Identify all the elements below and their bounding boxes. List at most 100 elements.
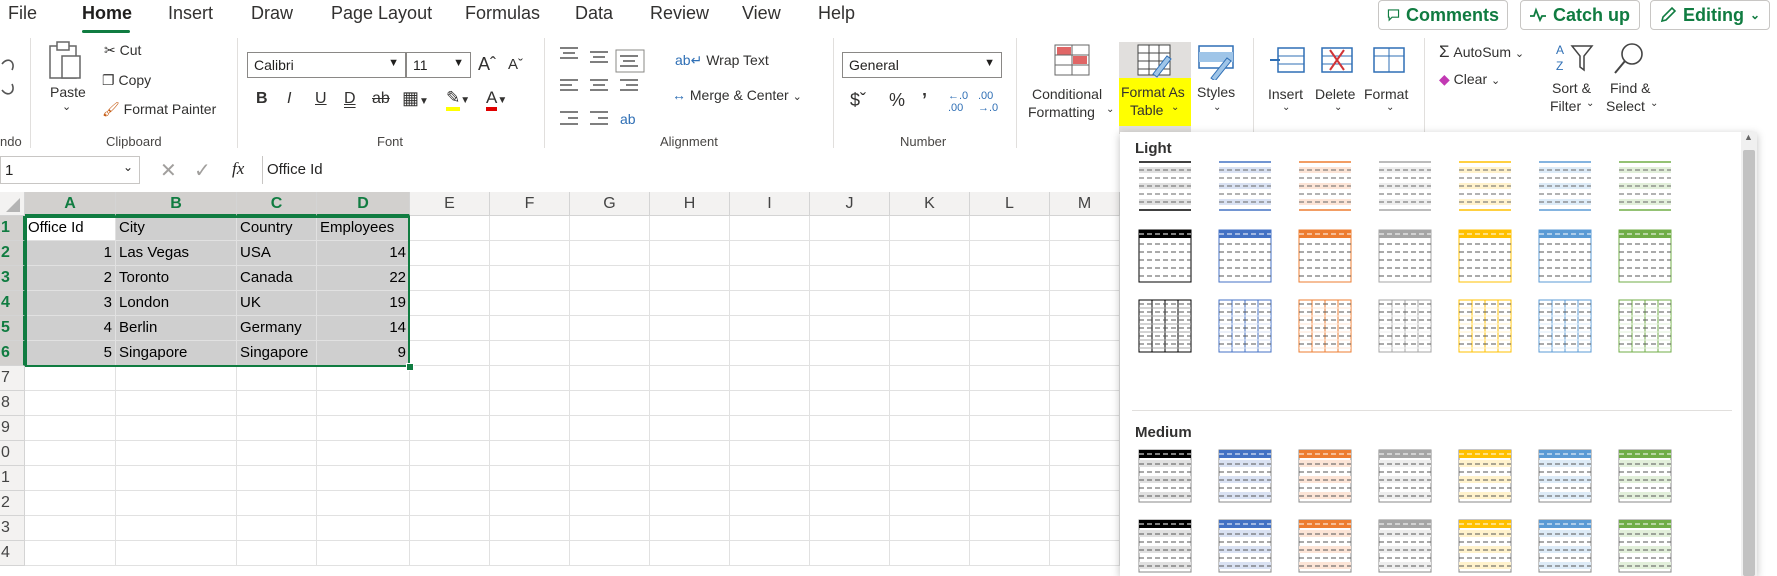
header-cell[interactable]: Country [237, 216, 317, 241]
cell[interactable] [237, 441, 317, 466]
editing-mode-button[interactable]: Editing ⌄ [1650, 0, 1770, 30]
table-style-swatch[interactable] [1295, 446, 1355, 506]
cell[interactable] [1050, 391, 1120, 416]
cell[interactable] [970, 341, 1050, 366]
cell[interactable] [237, 416, 317, 441]
column-header[interactable]: I [730, 192, 810, 216]
cell-styles-button[interactable]: Styles ⌄ [1193, 42, 1241, 134]
cell[interactable] [1050, 466, 1120, 491]
cell[interactable] [116, 516, 237, 541]
cell[interactable] [970, 441, 1050, 466]
table-style-swatch[interactable] [1135, 516, 1195, 576]
data-cell[interactable]: UK [237, 291, 317, 316]
cell[interactable] [730, 466, 810, 491]
row-header[interactable]: 4 [0, 291, 25, 316]
cell[interactable] [1050, 291, 1120, 316]
cell[interactable] [410, 216, 490, 241]
cell[interactable] [650, 266, 730, 291]
table-style-swatch[interactable] [1615, 156, 1675, 216]
table-style-swatch[interactable] [1615, 446, 1675, 506]
cell[interactable] [25, 491, 116, 516]
cell[interactable] [970, 266, 1050, 291]
cell[interactable] [25, 366, 116, 391]
table-style-swatch[interactable] [1455, 156, 1515, 216]
cell[interactable] [810, 291, 890, 316]
cell[interactable] [570, 466, 650, 491]
cell[interactable] [570, 541, 650, 566]
data-cell[interactable]: USA [237, 241, 317, 266]
autosum-button[interactable]: Σ AutoSum ⌄ [1439, 42, 1524, 62]
delete-cells-button[interactable]: Delete ⌄ [1312, 42, 1362, 134]
row-header[interactable]: 1 [0, 216, 25, 241]
row-header[interactable]: 7 [0, 366, 25, 391]
cell[interactable] [25, 516, 116, 541]
cell[interactable] [490, 541, 570, 566]
column-header[interactable]: J [810, 192, 890, 216]
cell[interactable] [970, 366, 1050, 391]
table-style-swatch[interactable] [1135, 296, 1195, 356]
data-cell[interactable]: 5 [25, 341, 116, 366]
cell[interactable] [650, 416, 730, 441]
cell[interactable] [730, 341, 810, 366]
cell[interactable] [650, 391, 730, 416]
scroll-up-icon[interactable]: ▲ [1744, 132, 1753, 142]
cell[interactable] [1050, 266, 1120, 291]
table-style-swatch[interactable] [1295, 226, 1355, 286]
cell[interactable] [810, 216, 890, 241]
cell[interactable] [810, 466, 890, 491]
cell[interactable] [410, 416, 490, 441]
table-style-swatch[interactable] [1295, 516, 1355, 576]
cell[interactable] [570, 341, 650, 366]
cell[interactable] [490, 466, 570, 491]
row-header[interactable]: 3 [0, 516, 25, 541]
cell[interactable] [810, 341, 890, 366]
table-style-swatch[interactable] [1455, 226, 1515, 286]
cell[interactable] [730, 391, 810, 416]
header-cell[interactable]: Employees [317, 216, 410, 241]
data-cell[interactable]: 1 [25, 241, 116, 266]
cell[interactable] [317, 491, 410, 516]
insert-cells-button[interactable]: Insert ⌄ [1264, 42, 1310, 134]
cell[interactable] [116, 466, 237, 491]
cell[interactable] [1050, 491, 1120, 516]
table-style-swatch[interactable] [1375, 446, 1435, 506]
cell[interactable] [410, 516, 490, 541]
cell[interactable] [116, 391, 237, 416]
cell[interactable] [116, 366, 237, 391]
cell[interactable] [570, 241, 650, 266]
cell[interactable] [810, 366, 890, 391]
cell[interactable] [730, 216, 810, 241]
cell[interactable] [570, 266, 650, 291]
table-style-swatch[interactable] [1215, 226, 1275, 286]
column-header[interactable]: G [570, 192, 650, 216]
cell[interactable] [490, 366, 570, 391]
cell[interactable] [810, 416, 890, 441]
cell[interactable] [890, 541, 970, 566]
cell[interactable] [1050, 216, 1120, 241]
select-all-corner[interactable] [0, 192, 25, 216]
cell[interactable] [490, 266, 570, 291]
cell[interactable] [410, 466, 490, 491]
row-header[interactable]: 2 [0, 241, 25, 266]
cell[interactable] [1050, 516, 1120, 541]
header-cell[interactable]: City [116, 216, 237, 241]
cell[interactable] [970, 491, 1050, 516]
table-style-swatch[interactable] [1615, 516, 1675, 576]
cell[interactable] [237, 516, 317, 541]
cell[interactable] [25, 541, 116, 566]
data-cell[interactable]: 9 [317, 341, 410, 366]
cell[interactable] [730, 241, 810, 266]
row-header[interactable]: 0 [0, 441, 25, 466]
gallery-scrollbar[interactable]: ▲ [1741, 132, 1757, 576]
row-header[interactable]: 4 [0, 541, 25, 566]
table-style-swatch[interactable] [1535, 226, 1595, 286]
data-cell[interactable]: 3 [25, 291, 116, 316]
cell[interactable] [490, 516, 570, 541]
cell[interactable] [730, 541, 810, 566]
column-header[interactable]: K [890, 192, 970, 216]
cell[interactable] [317, 466, 410, 491]
cell[interactable] [890, 466, 970, 491]
cell[interactable] [570, 441, 650, 466]
cell[interactable] [116, 491, 237, 516]
clear-button[interactable]: ◆ Clear ⌄ [1439, 71, 1500, 88]
